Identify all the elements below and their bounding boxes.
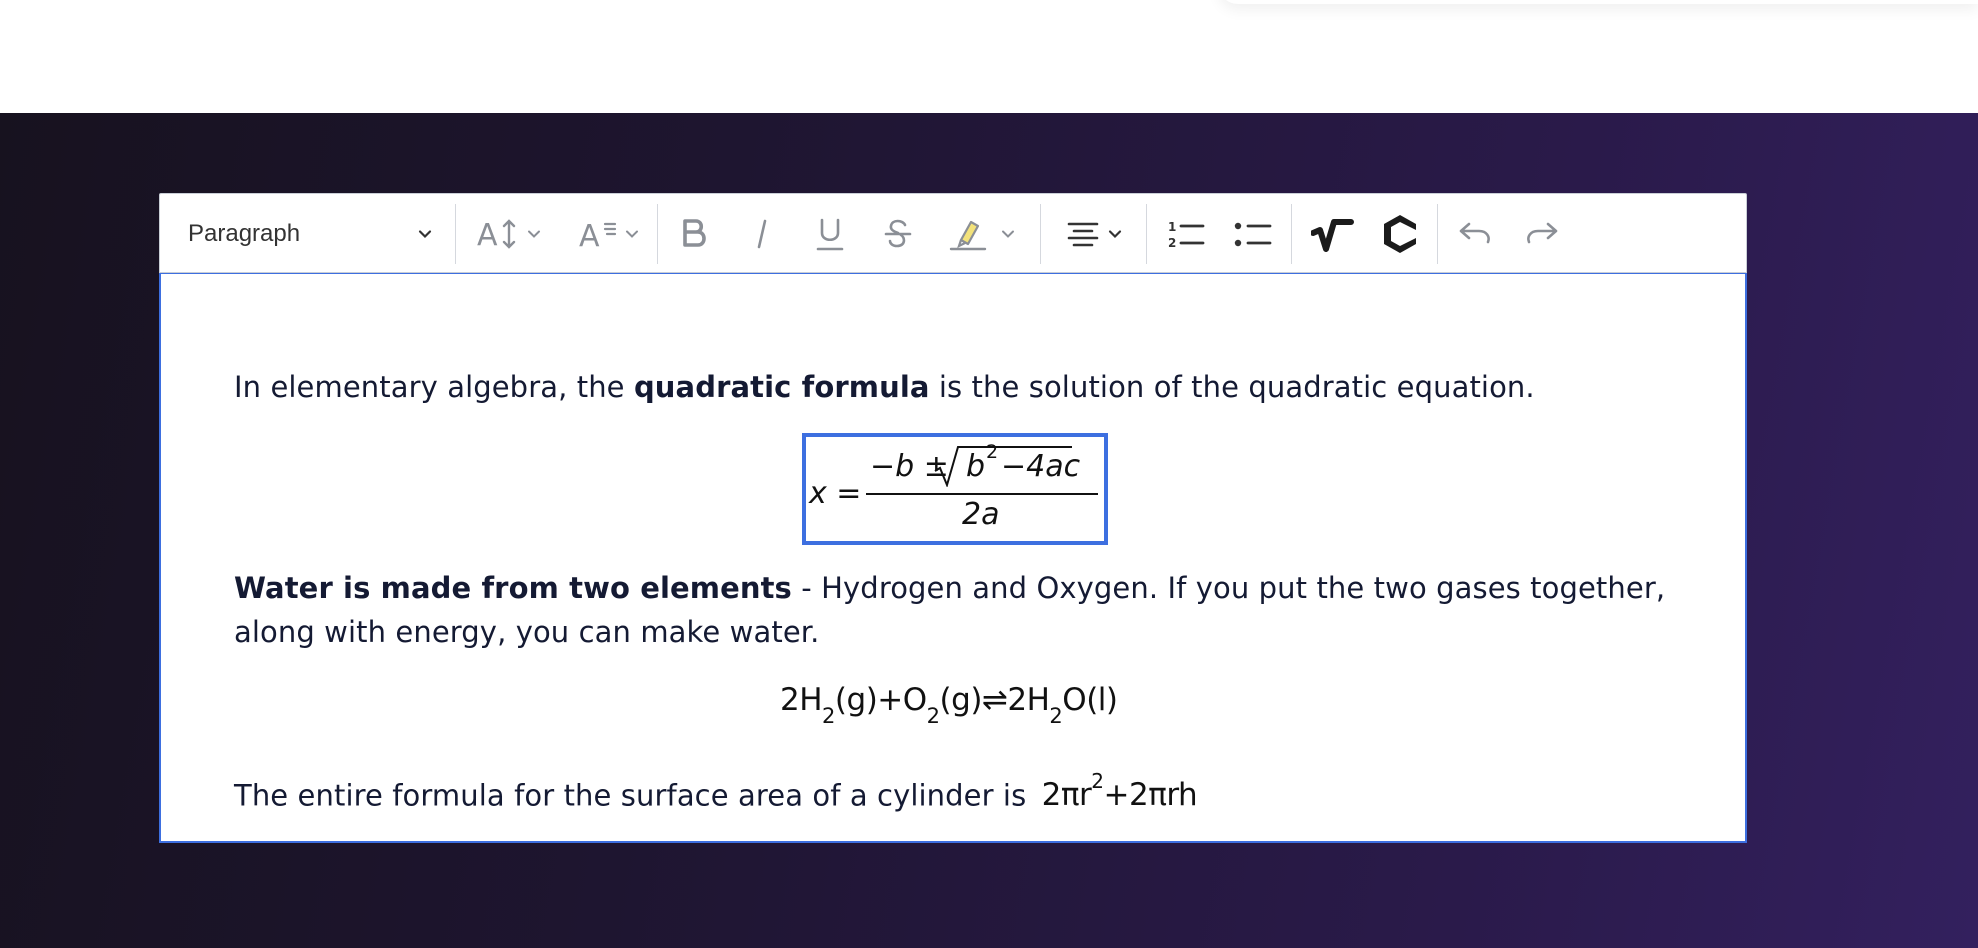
paragraph-style-dropdown[interactable]: Paragraph xyxy=(168,194,452,274)
paragraph-text: - Hydrogen and Oxygen. If you put the tw… xyxy=(791,571,1666,605)
chemical-equation-widget[interactable]: 2H2(g)+O2(g)⇌2H2O(l) xyxy=(780,682,1118,728)
strikethrough-button[interactable] xyxy=(872,194,924,274)
paragraph-cylinder: The entire formula for the surface area … xyxy=(234,765,1198,817)
paragraph-quadratic: In elementary algebra, the quadratic for… xyxy=(234,365,1535,409)
underline-button[interactable] xyxy=(804,194,856,274)
bold-button[interactable] xyxy=(669,194,721,274)
paragraph-water: Water is made from two elements - Hydrog… xyxy=(234,566,1665,654)
formula-denominator: 2a xyxy=(962,497,1000,532)
svg-text:2: 2 xyxy=(1168,236,1176,250)
numbered-list-icon: 1 2 xyxy=(1168,220,1205,250)
formula-lhs: x = xyxy=(809,476,862,511)
toolbar-divider xyxy=(455,204,456,264)
formula-superscript: 2 xyxy=(1091,769,1104,793)
chevron-down-icon xyxy=(626,230,638,238)
paragraph-text: along with energy, you can make water. xyxy=(234,615,820,649)
svg-text:1: 1 xyxy=(1168,220,1176,234)
formula-part: 2πr xyxy=(1041,777,1092,814)
italic-icon xyxy=(757,219,767,249)
page-header-area xyxy=(0,0,1978,113)
italic-button[interactable] xyxy=(736,194,788,274)
bold-icon xyxy=(683,219,706,247)
svg-text:A: A xyxy=(579,219,600,252)
quadratic-formula-widget[interactable]: x = −b ± b 2 −4ac 2a xyxy=(802,433,1108,545)
paragraph-text: is the solution of the quadratic equatio… xyxy=(929,370,1535,404)
align-center-icon xyxy=(1067,222,1099,247)
redo-button[interactable] xyxy=(1516,194,1568,274)
chem-subscript: 2 xyxy=(926,704,940,729)
fraction-bar xyxy=(866,493,1098,495)
bold-text: Water is made from two elements xyxy=(234,571,792,605)
formula-part: +2πrh xyxy=(1103,777,1198,814)
toolbar-divider xyxy=(1146,204,1147,264)
rich-text-editor: Paragraph A A 1 2 In elementary algebra,… xyxy=(159,193,1747,843)
formula-b: b xyxy=(966,449,986,484)
editor-toolbar: Paragraph A A 1 2 xyxy=(159,193,1747,273)
cylinder-formula-widget[interactable]: 2πr2+2πrh xyxy=(1041,769,1198,814)
toolbar-divider xyxy=(1291,204,1292,264)
bold-text: quadratic formula xyxy=(633,370,930,404)
strikethrough-icon xyxy=(884,219,912,248)
chemistry-c-icon xyxy=(1384,215,1416,253)
chem-part: (g)⇌2H xyxy=(939,682,1050,718)
paragraph-text: The entire formula for the surface area … xyxy=(234,778,1036,813)
highlighter-icon xyxy=(949,220,987,251)
font-family-dropdown[interactable]: A xyxy=(571,194,647,274)
radical-overline xyxy=(958,446,1072,448)
chevron-down-icon xyxy=(418,230,432,239)
square-root-icon xyxy=(1311,219,1354,252)
undo-icon xyxy=(1459,222,1490,244)
header-shadow xyxy=(1218,0,1978,4)
chem-subscript: 2 xyxy=(822,704,835,729)
undo-button[interactable] xyxy=(1449,194,1501,274)
font-family-icon: A xyxy=(579,219,617,252)
toolbar-divider xyxy=(657,204,658,264)
underline-icon xyxy=(816,218,844,251)
radical-sign-icon xyxy=(934,446,964,487)
highlight-dropdown[interactable] xyxy=(940,194,1024,274)
alignment-dropdown[interactable] xyxy=(1054,194,1134,274)
chevron-down-icon xyxy=(528,230,540,238)
bulleted-list-button[interactable] xyxy=(1223,194,1283,274)
redo-icon xyxy=(1527,222,1558,244)
chevron-down-icon xyxy=(1002,230,1014,238)
formula-exponent: 2 xyxy=(986,441,999,463)
paragraph-style-label: Paragraph xyxy=(188,220,301,247)
chem-subscript: 2 xyxy=(1049,704,1063,729)
formula-rest: −4ac xyxy=(1001,449,1081,484)
numbered-list-button[interactable]: 1 2 xyxy=(1156,194,1216,274)
chem-part: (g)+O xyxy=(834,682,927,718)
svg-text:A: A xyxy=(477,218,498,252)
chemistry-button[interactable] xyxy=(1370,194,1430,274)
chem-part: O(l) xyxy=(1062,682,1118,718)
toolbar-divider xyxy=(1040,204,1041,264)
font-size-icon: A xyxy=(477,218,516,252)
font-size-dropdown[interactable]: A xyxy=(469,194,549,274)
paragraph-text: In elementary algebra, the xyxy=(234,370,634,404)
chem-part: 2H xyxy=(780,682,823,718)
toolbar-divider xyxy=(1437,204,1438,264)
editor-content[interactable]: In elementary algebra, the quadratic for… xyxy=(159,273,1747,843)
chevron-down-icon xyxy=(1108,230,1122,239)
bulleted-list-icon xyxy=(1234,222,1272,247)
math-equation-button[interactable] xyxy=(1303,194,1363,274)
